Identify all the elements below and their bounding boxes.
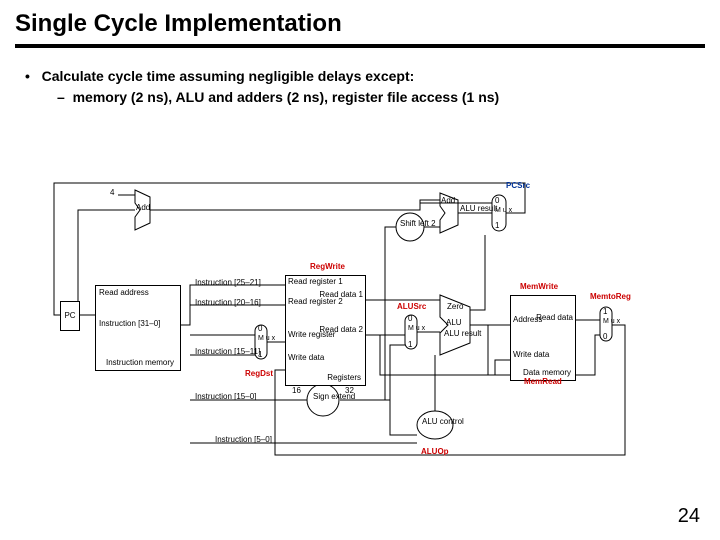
lbl-instr-25-21: Instruction [25–21] xyxy=(195,279,261,288)
pc-register: PC xyxy=(60,301,80,331)
mux-pcsrc-in0: 0 xyxy=(495,197,499,206)
sig-memread: MemRead xyxy=(524,378,562,387)
sig-alusrc: ALUSrc xyxy=(397,303,426,312)
mux-pcsrc-label: M u x xyxy=(495,207,503,215)
sig-memwrite: MemWrite xyxy=(520,283,558,292)
lbl-instr-15-0: Instruction [15–0] xyxy=(195,393,256,402)
mux-alusrc-in0: 0 xyxy=(408,315,412,324)
sig-pcsrc: PCSrc xyxy=(506,182,530,191)
dmem-wdata: Write data xyxy=(513,351,549,360)
lbl-instr-20-16: Instruction [20–16] xyxy=(195,299,261,308)
imem-instr: Instruction [31–0] xyxy=(99,320,160,329)
bullet-1: • Calculate cycle time assuming negligib… xyxy=(25,66,695,87)
mux-alusrc-label: M u x xyxy=(408,325,416,333)
mux-memtoreg-label: M u x xyxy=(603,318,611,326)
slide-title: Single Cycle Implementation xyxy=(0,0,720,44)
alu-result: ALU result xyxy=(444,330,468,339)
sig-regdst: RegDst xyxy=(245,370,273,379)
sig-aluop: ALUOp xyxy=(421,448,449,457)
bullet-2-text: memory (2 ns), ALU and adders (2 ns), re… xyxy=(73,89,500,105)
mux-pcsrc-in1: 1 xyxy=(495,222,499,231)
sig-regwrite: RegWrite xyxy=(310,263,345,272)
instruction-memory: Read address Instruction [31–0] Instruct… xyxy=(95,285,181,371)
dmem-rdata: Read data xyxy=(536,314,573,323)
alu-label: ALU xyxy=(446,319,462,328)
rf-rd1: Read data 1 xyxy=(319,291,363,300)
alu-control: ALU control xyxy=(422,418,448,427)
rf-rd2: Read data 2 xyxy=(319,326,363,335)
lbl-sixteen: 16 xyxy=(292,387,301,396)
imem-title: Instruction memory xyxy=(106,359,174,368)
alu-zero: Zero xyxy=(447,303,463,312)
data-memory: Address Write data Read data Data memory xyxy=(510,295,576,381)
mux-regdst-in1: 1 xyxy=(258,351,262,360)
imem-readaddr: Read address xyxy=(99,289,149,298)
title-rule xyxy=(15,44,705,48)
sig-memtoreg: MemtoReg xyxy=(590,293,631,302)
rf-rr1: Read register 1 xyxy=(288,278,343,287)
adder-branch-res: ALU result xyxy=(460,205,486,214)
rf-wd: Write data xyxy=(288,354,324,363)
page-number: 24 xyxy=(678,505,700,528)
mux-regdst-in0: 0 xyxy=(258,325,262,334)
sign-extend: Sign extend xyxy=(313,393,333,402)
constant-four: 4 xyxy=(110,189,114,198)
mux-memtoreg-in1: 1 xyxy=(603,308,607,317)
rf-title: Registers xyxy=(327,374,361,383)
adder-branch: Add xyxy=(441,197,455,206)
mux-alusrc-in1: 1 xyxy=(408,341,412,350)
register-file: Read register 1 Read register 2 Write re… xyxy=(285,275,366,386)
lbl-instr-15-11: Instruction [15–11] xyxy=(195,348,260,357)
adder-pc4: Add xyxy=(136,204,150,213)
mux-memtoreg-in0: 0 xyxy=(603,333,607,342)
bullet-1-text: Calculate cycle time assuming negligible… xyxy=(42,68,415,84)
bullet-2: – memory (2 ns), ALU and adders (2 ns), … xyxy=(25,87,695,108)
bullet-block: • Calculate cycle time assuming negligib… xyxy=(0,66,720,108)
shift-left-2: Shift left 2 xyxy=(400,220,420,229)
lbl-instr-5-0: Instruction [5–0] xyxy=(215,436,272,445)
mux-regdst-label: M u x xyxy=(258,335,266,343)
datapath-diagram: PC 4 Add Read address Instruction [31–0]… xyxy=(40,175,680,475)
